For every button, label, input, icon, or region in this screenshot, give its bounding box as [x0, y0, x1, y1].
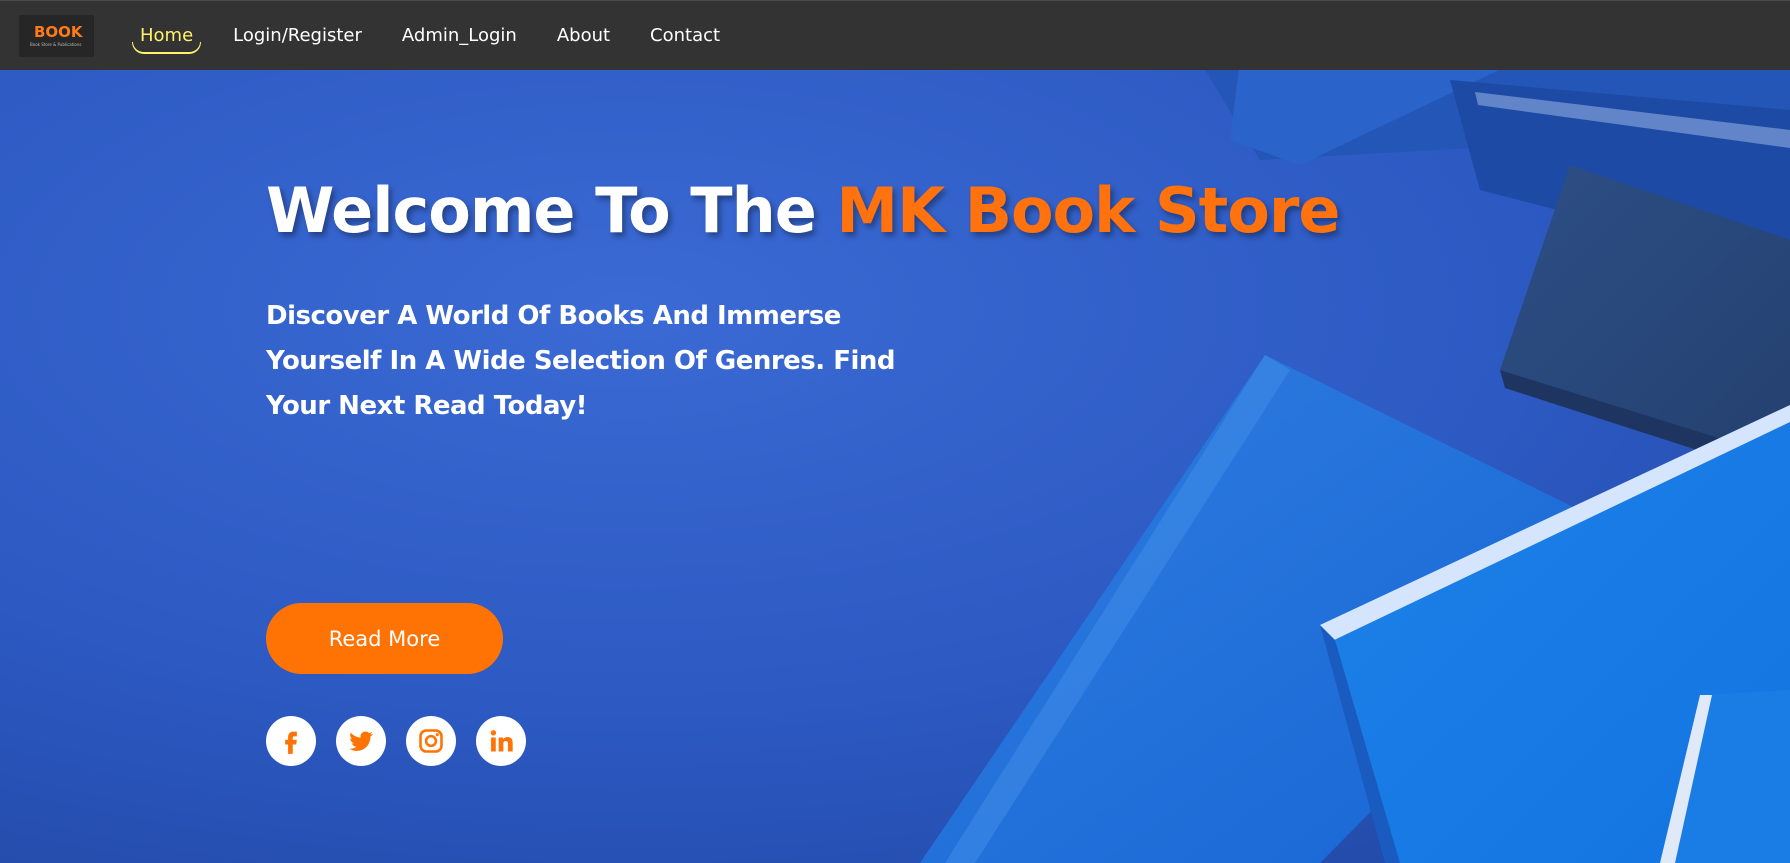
nav-about[interactable]: About [547, 1, 620, 71]
hero-title-main: Welcome To The [266, 174, 837, 247]
logo-tagline: Book Store & Publications [30, 42, 82, 47]
twitter-link[interactable] [336, 716, 386, 766]
nav-admin-login-label: Admin_Login [401, 25, 517, 46]
navbar: BOOK Book Store & Publications Home Logi… [0, 0, 1790, 70]
social-links [266, 716, 546, 766]
read-more-button[interactable]: Read More [266, 603, 503, 674]
nav-login-register[interactable]: Login/Register [223, 1, 372, 71]
site-logo[interactable]: BOOK Book Store & Publications [19, 15, 94, 57]
active-indicator [132, 42, 202, 54]
nav-login-register-label: Login/Register [233, 25, 362, 46]
linkedin-icon [490, 730, 513, 752]
hero-title: Welcome To The MK Book Store [266, 174, 1340, 247]
nav-home[interactable]: Home [130, 1, 203, 71]
hero-title-accent: MK Book Store [836, 174, 1340, 247]
linkedin-link[interactable] [476, 716, 526, 766]
logo-wordmark: BOOK [34, 23, 83, 41]
nav-contact-label: Contact [650, 25, 721, 46]
instagram-link[interactable] [406, 716, 456, 766]
twitter-icon [349, 731, 373, 751]
nav-contact[interactable]: Contact [640, 1, 730, 71]
hero-subtitle: Discover A World Of Books And Immerse Yo… [266, 301, 896, 421]
facebook-icon [285, 731, 297, 754]
main-nav: Home Login/Register Admin_Login About Co… [130, 1, 750, 71]
page: BOOK Book Store & Publications Home Logi… [0, 0, 1790, 863]
nav-admin-login[interactable]: Admin_Login [392, 1, 527, 71]
instagram-icon [419, 729, 443, 753]
facebook-link[interactable] [266, 716, 316, 766]
nav-about-label: About [556, 25, 611, 46]
